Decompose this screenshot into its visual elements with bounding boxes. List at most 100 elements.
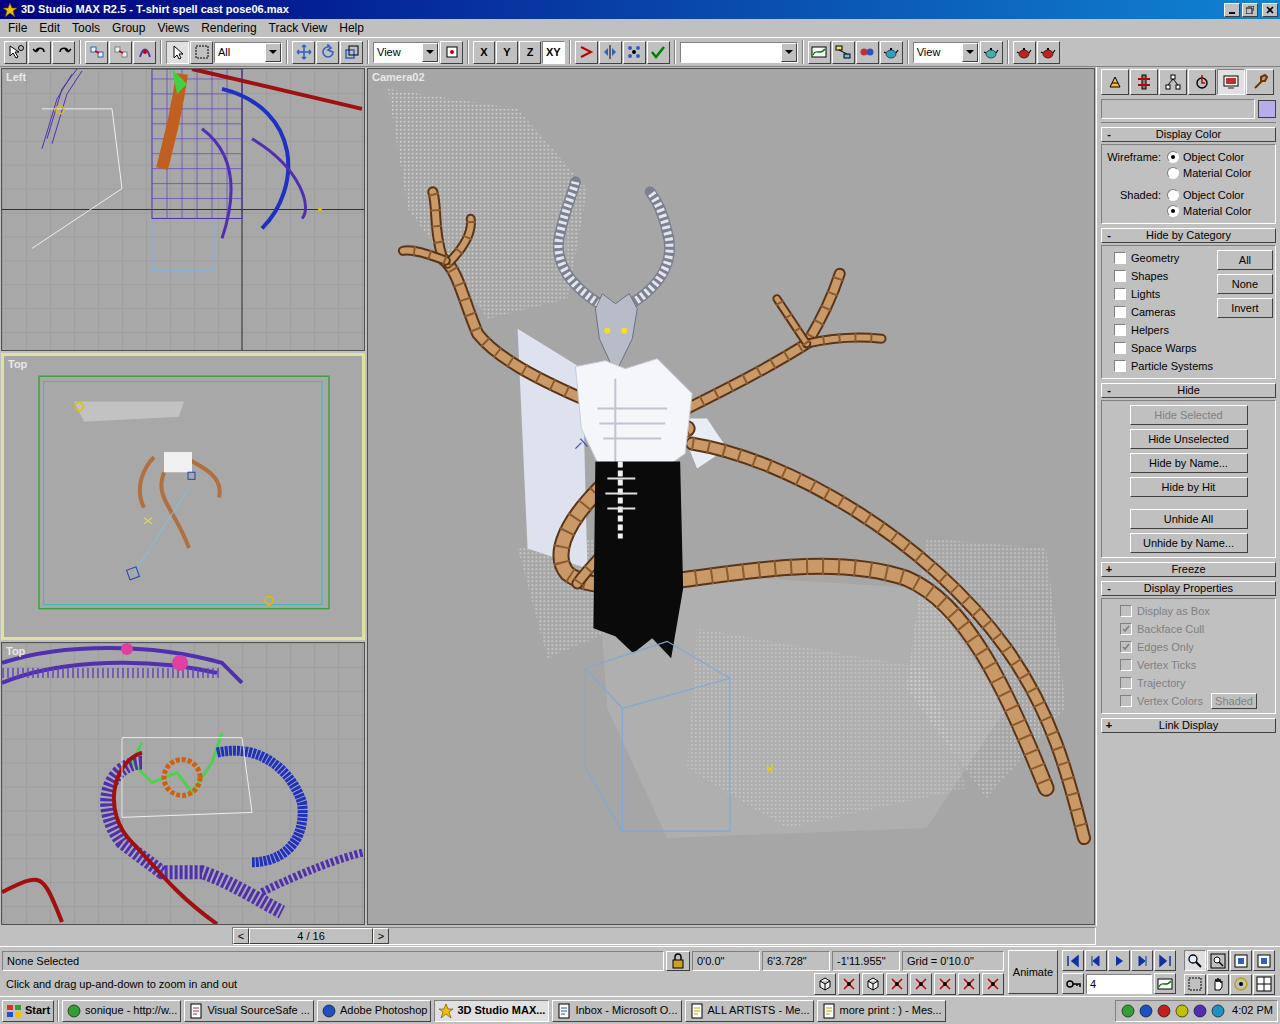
render-type-dropdown-arrow-button[interactable]: [962, 43, 978, 62]
menu-item[interactable]: Group: [106, 19, 151, 37]
snap-toggle-button[interactable]: [886, 973, 908, 995]
taskbar-button[interactable]: 3D Studio MAX...: [434, 1000, 549, 1022]
rollout-toggle[interactable]: +: [1102, 719, 1116, 732]
rollout-header[interactable]: -Display Properties: [1101, 581, 1276, 596]
hide-button[interactable]: Hide Unselected: [1130, 429, 1248, 449]
checkbox-row[interactable]: Vertex Ticks: [1120, 656, 1196, 674]
animate-button[interactable]: Animate: [1008, 950, 1058, 994]
selection-filter-dropdown-arrow-button[interactable]: [265, 43, 281, 62]
checkbox-row[interactable]: Vertex Colors: [1120, 692, 1203, 710]
rollout-toggle[interactable]: -: [1102, 229, 1116, 242]
viewport-navigation-button[interactable]: [1207, 950, 1229, 971]
axis-constraint-button[interactable]: Y: [496, 41, 518, 64]
command-panel-tab[interactable]: [1130, 69, 1158, 95]
material-editor-button[interactable]: [856, 41, 879, 64]
viewport-navigation-button[interactable]: [1253, 974, 1275, 995]
rollout-header[interactable]: -Hide by Category: [1101, 228, 1276, 243]
left-viewport-scene[interactable]: [2, 69, 364, 350]
checkbox[interactable]: [1114, 306, 1126, 318]
menu-item[interactable]: Help: [333, 19, 370, 37]
next-frame-button[interactable]: [1131, 950, 1153, 971]
rollout-toggle[interactable]: -: [1102, 582, 1116, 595]
schematic-view-button[interactable]: [832, 41, 855, 64]
axis-constraint-button[interactable]: Z: [519, 41, 541, 64]
checkbox-row[interactable]: Space Warps: [1114, 339, 1213, 357]
minimize-button[interactable]: [1224, 3, 1240, 17]
menu-item[interactable]: Track View: [263, 19, 334, 37]
viewport-navigation-button[interactable]: [1230, 950, 1252, 971]
category-button[interactable]: None: [1217, 274, 1273, 294]
close-button[interactable]: [1262, 3, 1278, 17]
viewport-navigation-button[interactable]: [1207, 974, 1229, 995]
checkbox-row[interactable]: Trajectory: [1120, 674, 1186, 692]
checkbox[interactable]: [1120, 677, 1132, 689]
camera-viewport[interactable]: Camera02: [367, 68, 1095, 925]
first-frame-button[interactable]: [1062, 950, 1084, 971]
top-viewport-2[interactable]: Top: [1, 642, 365, 925]
checkbox[interactable]: [1114, 270, 1126, 282]
start-button[interactable]: Start: [2, 1000, 54, 1022]
viewport-navigation-button[interactable]: [1253, 950, 1275, 971]
command-panel-tab[interactable]: [1246, 69, 1274, 95]
viewport-label[interactable]: Camera02: [372, 71, 425, 84]
checkbox[interactable]: [1120, 623, 1132, 635]
hide-button[interactable]: Unhide All: [1130, 509, 1248, 529]
viewport-navigation-button[interactable]: [1230, 974, 1252, 995]
taskbar-button[interactable]: Adobe Photoshop: [317, 1000, 431, 1022]
undo-button[interactable]: [28, 41, 51, 64]
prev-frame-button[interactable]: [1085, 950, 1107, 971]
rollout-header[interactable]: -Hide: [1101, 383, 1276, 398]
category-button[interactable]: Invert: [1217, 298, 1273, 318]
last-frame-button[interactable]: [1154, 950, 1176, 971]
checkbox[interactable]: [1114, 324, 1126, 336]
inverse-kinematics-button[interactable]: [575, 41, 598, 64]
time-configuration-button[interactable]: [1154, 973, 1176, 994]
viewport-label[interactable]: Top: [8, 358, 27, 371]
object-color-swatch[interactable]: [1258, 100, 1276, 118]
checkbox[interactable]: [1114, 252, 1126, 264]
named-selection-dropdown[interactable]: [680, 42, 798, 63]
checkbox[interactable]: [1114, 360, 1126, 372]
hide-button[interactable]: Hide Selected: [1130, 405, 1248, 425]
checkbox-row[interactable]: Backface Cull: [1120, 620, 1204, 638]
taskbar-button[interactable]: Visual SourceSafe ...: [184, 1000, 314, 1022]
radio-button[interactable]: [1167, 167, 1179, 179]
menu-item[interactable]: File: [2, 19, 33, 37]
pivot-point-button[interactable]: [440, 41, 463, 64]
axis-constraint-button[interactable]: X: [473, 41, 495, 64]
hide-button[interactable]: Hide by Name...: [1130, 453, 1248, 473]
vfb-button[interactable]: [1037, 41, 1060, 64]
command-panel-tab[interactable]: [1101, 69, 1129, 95]
selection-lock-button[interactable]: [666, 951, 690, 971]
time-slider-thumb[interactable]: 4 / 16: [249, 928, 373, 944]
array-button[interactable]: [623, 41, 646, 64]
radio-option[interactable]: Object Color: [1167, 149, 1251, 165]
quick-render-button[interactable]: [980, 41, 1003, 64]
reference-coordinate-dropdown-arrow-button[interactable]: [422, 43, 438, 62]
checkbox-row[interactable]: Geometry: [1114, 249, 1213, 267]
current-frame-field[interactable]: 4: [1086, 974, 1152, 994]
category-button[interactable]: All: [1217, 250, 1273, 270]
radio-option[interactable]: Object Color: [1167, 187, 1251, 203]
taskbar-button[interactable]: more print : ) - Mes...: [817, 1000, 946, 1022]
checkbox-row[interactable]: Edges Only: [1120, 638, 1194, 656]
help-button[interactable]: [4, 41, 27, 64]
snap-toggle-button[interactable]: [982, 973, 1004, 995]
select-and-scale-button[interactable]: [340, 41, 363, 64]
camera-viewport-scene[interactable]: [368, 69, 1094, 924]
snap-toggle-button[interactable]: [862, 973, 884, 995]
menu-item[interactable]: Tools: [66, 19, 106, 37]
bind-to-space-warp-button[interactable]: [133, 41, 156, 64]
region-select-button[interactable]: [190, 41, 213, 64]
render-last-button[interactable]: [1013, 41, 1036, 64]
maximize-button[interactable]: [1242, 3, 1258, 17]
object-name-field[interactable]: [1101, 99, 1255, 119]
rollout-toggle[interactable]: -: [1102, 128, 1116, 141]
left-viewport[interactable]: Left: [1, 68, 365, 351]
radio-option[interactable]: Material Color: [1167, 165, 1251, 181]
top-viewport-scene[interactable]: [4, 356, 362, 637]
viewport-navigation-button[interactable]: [1184, 950, 1206, 971]
snap-toggle-button[interactable]: [934, 973, 956, 995]
time-slider-prev-button[interactable]: <: [233, 928, 249, 944]
align-button[interactable]: [647, 41, 670, 64]
